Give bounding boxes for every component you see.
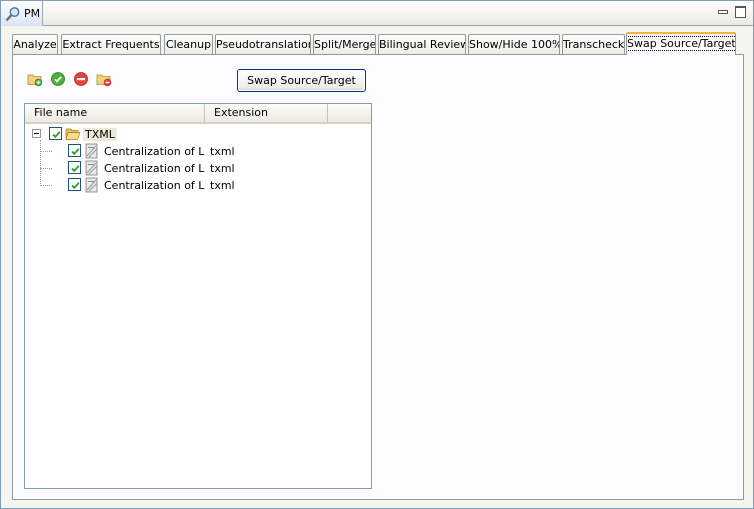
- file-extension: txml: [210, 179, 235, 192]
- file-name: Centralization of Loca: [104, 145, 205, 158]
- minimize-icon[interactable]: [715, 4, 729, 18]
- view-title-bar: PM: [1, 1, 753, 26]
- tab-split-merge-label: Split/Merge: [314, 38, 376, 51]
- tab-swap-source-target[interactable]: Swap Source/Target: [626, 32, 736, 55]
- tab-show-hide-100-label: Show/Hide 100%: [469, 38, 560, 51]
- maximize-icon[interactable]: [733, 4, 747, 18]
- tab-pseudotranslation[interactable]: Pseudotranslation: [215, 34, 311, 55]
- toolbar: [27, 71, 112, 87]
- txml-file-icon: [85, 177, 98, 193]
- add-folder-icon[interactable]: [27, 71, 43, 87]
- tree-row-file[interactable]: Centralization of Loca txml: [25, 160, 371, 177]
- tab-bilingual-review[interactable]: Bilingual Review: [378, 34, 466, 55]
- tree-row-file[interactable]: Centralization of Loca txml: [25, 143, 371, 160]
- window-controls: [715, 4, 747, 18]
- column-header-file-name[interactable]: File name: [25, 104, 205, 122]
- file-name: Centralization of Loca: [104, 179, 205, 192]
- tab-cleanup[interactable]: Cleanup: [164, 34, 213, 55]
- tree-header: File name Extension: [25, 104, 371, 124]
- swap-source-target-button[interactable]: Swap Source/Target: [237, 69, 366, 92]
- tab-swap-source-target-label: Swap Source/Target: [627, 36, 736, 51]
- swap-source-target-panel: Swap Source/Target File name Extension T…: [12, 54, 744, 500]
- file-checkbox[interactable]: [68, 178, 81, 191]
- file-extension: txml: [210, 162, 235, 175]
- file-checkbox[interactable]: [68, 144, 81, 157]
- tab-pseudotranslation-label: Pseudotranslation: [216, 38, 311, 51]
- tree-row-file[interactable]: Centralization of Loca txml: [25, 177, 371, 194]
- txml-file-icon: [85, 160, 98, 176]
- check-all-icon[interactable]: [50, 71, 66, 87]
- tab-transcheck[interactable]: Transcheck: [562, 34, 625, 55]
- tab-transcheck-label: Transcheck: [563, 38, 625, 51]
- tab-bilingual-review-label: Bilingual Review: [379, 38, 466, 51]
- tab-split-merge[interactable]: Split/Merge: [313, 34, 376, 55]
- column-header-extension[interactable]: Extension: [205, 104, 328, 122]
- tab-extract-frequents[interactable]: Extract Frequents: [61, 34, 161, 55]
- open-folder-icon: [65, 128, 81, 140]
- file-extension: txml: [210, 145, 235, 158]
- root-name-text: TXML: [83, 128, 117, 141]
- tab-strip: Analyze Extract Frequents Cleanup Pseudo…: [12, 32, 742, 55]
- remove-folder-icon[interactable]: [96, 71, 112, 87]
- view-tab-pm[interactable]: PM: [1, 1, 43, 26]
- magnifier-icon: [5, 6, 20, 21]
- tab-show-hide-100[interactable]: Show/Hide 100%: [468, 34, 560, 55]
- txml-file-icon: [85, 143, 98, 159]
- file-name: Centralization of Loca: [104, 162, 205, 175]
- uncheck-all-icon[interactable]: [73, 71, 89, 87]
- pm-view: PM Analyze Extract Frequents Cleanup Pse…: [0, 0, 754, 509]
- file-checkbox[interactable]: [68, 161, 81, 174]
- root-name: TXML: [83, 128, 117, 141]
- file-tree-table[interactable]: File name Extension TXML Centralization …: [24, 103, 372, 489]
- view-tab-label: PM: [24, 7, 41, 20]
- tab-extract-frequents-label: Extract Frequents: [62, 38, 160, 51]
- tab-cleanup-label: Cleanup: [165, 38, 212, 51]
- tree-row-root[interactable]: TXML: [25, 126, 371, 143]
- collapse-icon[interactable]: [32, 129, 41, 138]
- root-checkbox[interactable]: [49, 127, 62, 140]
- tab-analyze[interactable]: Analyze: [12, 34, 58, 55]
- tab-analyze-label: Analyze: [13, 38, 57, 51]
